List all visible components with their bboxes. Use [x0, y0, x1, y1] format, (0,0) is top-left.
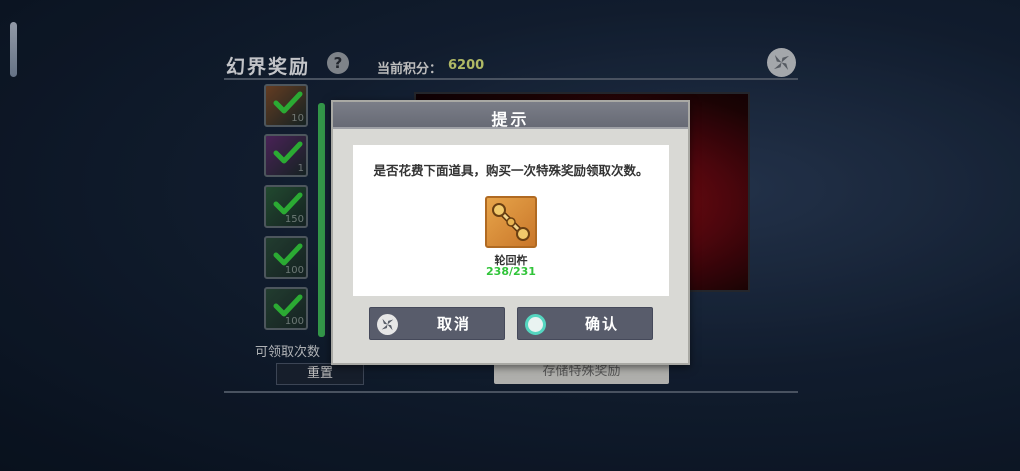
- cancel-icon: [377, 314, 398, 335]
- dialog-header: 提示: [333, 102, 688, 129]
- item-icon: [485, 196, 537, 248]
- confirm-dialog: 提示 是否花费下面道具，购买一次特殊奖励领取次数。 轮回杵 238/231 取消…: [331, 100, 690, 365]
- cancel-label: 取消: [436, 315, 471, 333]
- confirm-button[interactable]: 确认: [517, 307, 653, 340]
- confirm-icon: [525, 314, 546, 335]
- item-quantity: 238/231: [486, 265, 536, 278]
- confirm-label: 确认: [584, 315, 619, 333]
- pestle-icon: [492, 203, 530, 241]
- cancel-button[interactable]: 取消: [369, 307, 505, 340]
- dialog-body: 是否花费下面道具，购买一次特殊奖励领取次数。 轮回杵 238/231: [353, 145, 669, 296]
- dialog-title: 提示: [491, 110, 530, 129]
- dialog-message: 是否花费下面道具，购买一次特殊奖励领取次数。: [373, 163, 649, 178]
